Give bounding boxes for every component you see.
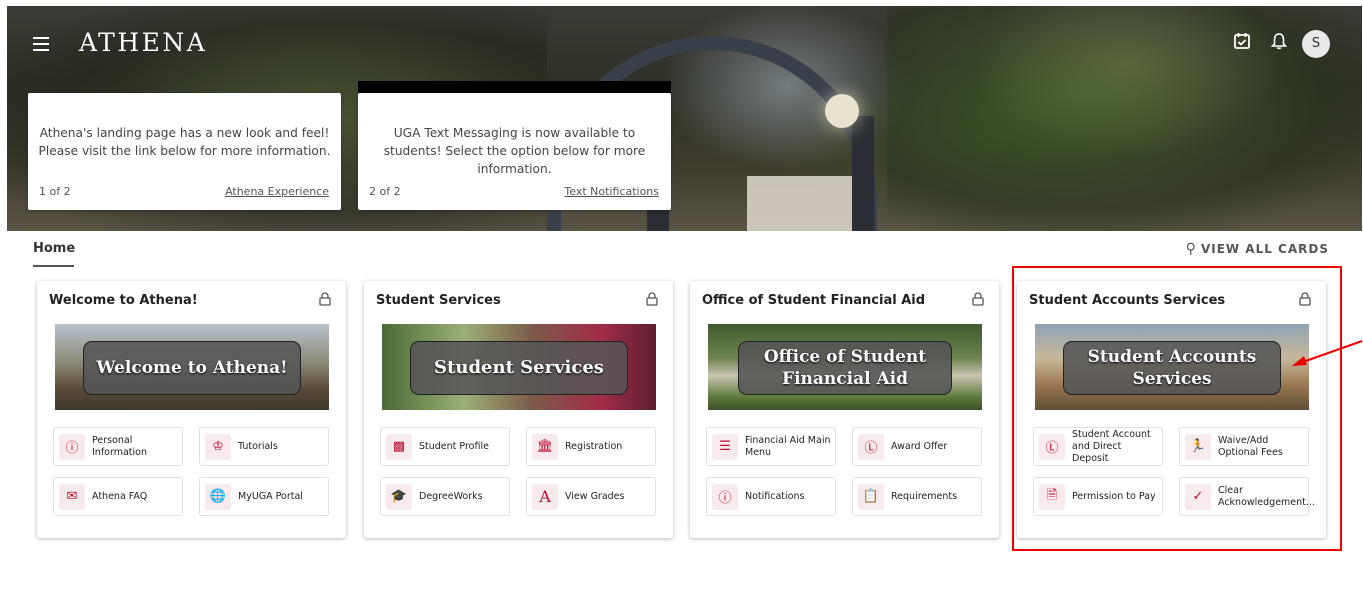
announcement-message: Athena's landing page has a new look and…: [38, 126, 331, 158]
card-banner-title: Office of Student Financial Aid: [738, 341, 952, 395]
chat-icon: ✉: [59, 483, 85, 510]
link-student-profile[interactable]: ▩ Student Profile: [380, 427, 510, 466]
link-myuga-portal[interactable]: 🌐 MyUGA Portal: [199, 477, 329, 516]
view-all-cards-label: VIEW ALL CARDS: [1200, 242, 1329, 256]
institution-icon: 🏛: [532, 433, 558, 460]
card-title: Office of Student Financial Aid: [702, 293, 926, 308]
list-icon: ☰: [712, 433, 738, 460]
view-all-cards-button[interactable]: ⚲ VIEW ALL CARDS: [1186, 241, 1329, 257]
globe-icon: 🌐: [205, 483, 231, 510]
announcement-count: 1 of 2: [39, 185, 71, 198]
info-icon: ⓘ: [59, 433, 85, 460]
highlight-box: [1012, 266, 1342, 551]
brand-logo[interactable]: ATHENA: [79, 28, 207, 57]
announcement-link[interactable]: Text Notifications: [564, 185, 659, 198]
link-degreeworks[interactable]: 🎓 DegreeWorks: [380, 477, 510, 516]
hero-lamp: [825, 94, 859, 128]
link-financial-aid-main-menu[interactable]: ☰ Financial Aid Main Menu: [706, 427, 836, 466]
announcement-link[interactable]: Athena Experience: [225, 185, 329, 198]
dollar-icon: Ⓛ: [858, 433, 884, 460]
hamburger-menu-icon[interactable]: [33, 37, 49, 51]
card-banner-image: Office of Student Financial Aid: [708, 324, 982, 410]
announcement-card: Athena's landing page has a new look and…: [28, 93, 341, 210]
link-personal-information[interactable]: ⓘ Personal Information: [53, 427, 183, 466]
card-welcome-to-athena: Welcome to Athena! Welcome to Athena! ⓘ P…: [37, 281, 346, 538]
link-registration[interactable]: 🏛 Registration: [526, 427, 656, 466]
announcement-count: 2 of 2: [369, 185, 401, 198]
card-student-services: Student Services Student Services ▩ Stude…: [364, 281, 673, 538]
card-title: Welcome to Athena!: [49, 293, 198, 308]
clipboard-icon: 📋: [858, 483, 884, 510]
link-award-offer[interactable]: Ⓛ Award Offer: [852, 427, 982, 466]
lock-icon[interactable]: [972, 292, 984, 306]
tab-home[interactable]: Home: [33, 241, 75, 256]
grade-icon: A: [532, 483, 558, 510]
graduation-cap-icon: 🎓: [386, 483, 412, 510]
info-icon: ⓘ: [712, 483, 738, 510]
tutorial-icon: ♔: [205, 433, 231, 460]
hero-arch-post: [852, 116, 874, 231]
card-office-of-student-financial-aid: Office of Student Financial Aid Office o…: [690, 281, 999, 538]
card-banner-title: Student Services: [410, 341, 628, 395]
announcement-message: UGA Text Messaging is now available to s…: [383, 126, 646, 176]
card-title: Student Services: [376, 293, 501, 308]
link-view-grades[interactable]: A View Grades: [526, 477, 656, 516]
announcement-card: UGA Text Messaging is now available to s…: [358, 93, 671, 210]
top-bar: ATHENA S: [7, 6, 1362, 76]
id-card-icon: ▩: [386, 433, 412, 460]
card-banner-image: Welcome to Athena!: [55, 324, 329, 410]
card-banner-image: Student Services: [382, 324, 656, 410]
user-avatar[interactable]: S: [1302, 30, 1330, 58]
link-tutorials[interactable]: ♔ Tutorials: [199, 427, 329, 466]
link-notifications[interactable]: ⓘ Notifications: [706, 477, 836, 516]
calendar-check-icon[interactable]: [1233, 32, 1251, 50]
lock-icon[interactable]: [646, 292, 658, 306]
bell-icon[interactable]: [1271, 32, 1287, 50]
tab-home-indicator: [33, 265, 74, 267]
link-athena-faq[interactable]: ✉ Athena FAQ: [53, 477, 183, 516]
annotation-arrow-icon: [1292, 340, 1363, 366]
announcement-top-strip: [358, 81, 671, 93]
card-banner-title: Welcome to Athena!: [83, 341, 301, 395]
search-icon: ⚲: [1185, 241, 1197, 257]
lock-icon[interactable]: [319, 292, 331, 306]
link-requirements[interactable]: 📋 Requirements: [852, 477, 982, 516]
